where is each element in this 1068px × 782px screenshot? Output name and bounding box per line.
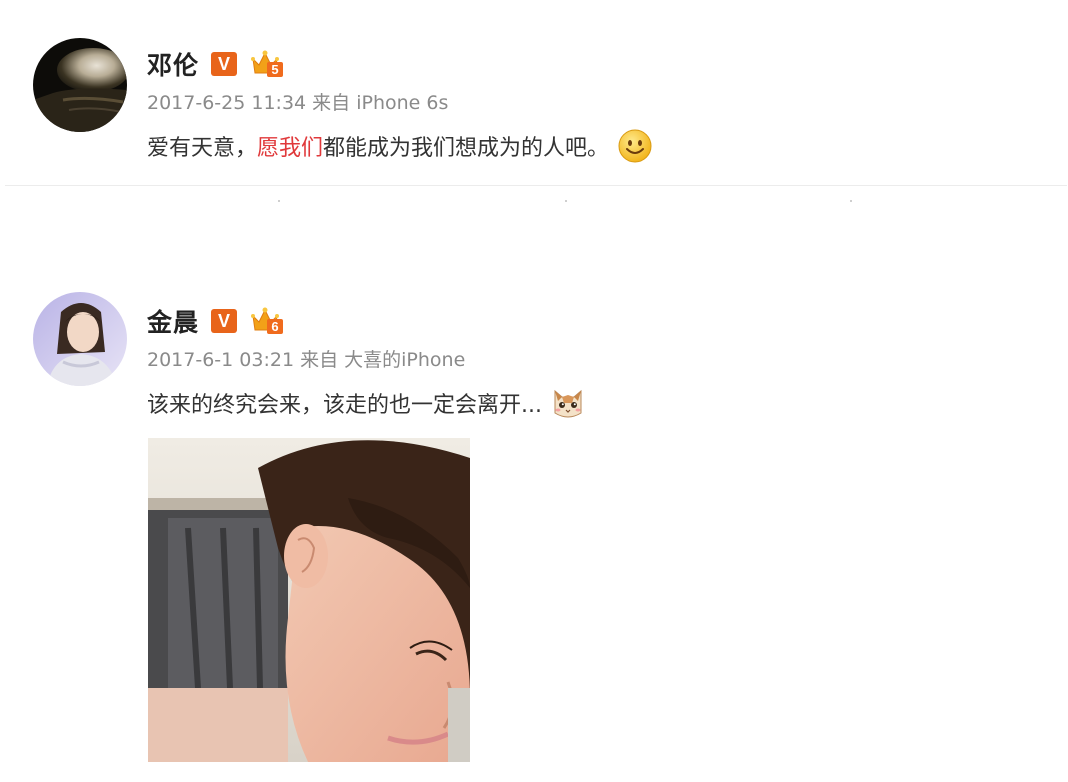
avatar[interactable] bbox=[33, 38, 127, 132]
post-meta: 邓伦 V 5 2017-6-25 11:34 来自 iPhone 6s 爱有天意… bbox=[147, 44, 653, 164]
svg-text:6: 6 bbox=[271, 319, 278, 334]
verified-icon[interactable]: V bbox=[211, 309, 238, 333]
post-text: 爱有天意， 愿我们 都能成为我们想成为的人吧。 bbox=[147, 128, 653, 164]
username[interactable]: 邓伦 bbox=[147, 46, 199, 82]
post-text-part: 都能成为我们想成为的人吧。 bbox=[323, 136, 610, 161]
post-time[interactable]: 2017-6-1 03:21 bbox=[147, 349, 294, 371]
highlight-text: 愿我们 bbox=[257, 136, 324, 161]
post-source[interactable]: 大喜的iPhone bbox=[344, 349, 465, 371]
source-prefix: 来自 bbox=[300, 349, 339, 371]
weibo-feed: 邓伦 V 5 2017-6-25 11:34 来自 iPhone 6s 爱有天意… bbox=[0, 0, 1068, 782]
dot bbox=[565, 200, 567, 202]
avatar[interactable] bbox=[33, 292, 127, 386]
avatar-image bbox=[33, 38, 127, 132]
svg-text:5: 5 bbox=[271, 62, 278, 77]
post-text-part: 该来的终究会来，该走的也一定会离开... bbox=[147, 393, 542, 418]
dot bbox=[278, 200, 280, 202]
dot bbox=[850, 200, 852, 202]
verified-icon[interactable]: V bbox=[211, 52, 238, 76]
crown-level-icon[interactable]: 5 bbox=[249, 49, 285, 79]
selfie-photo[interactable] bbox=[148, 438, 470, 762]
post-time[interactable]: 2017-6-25 11:34 bbox=[147, 92, 306, 114]
post-text-part: 爱有天意， bbox=[147, 136, 258, 161]
cat-emoji-icon bbox=[550, 385, 586, 421]
weibo-post: 邓伦 V 5 2017-6-25 11:34 来自 iPhone 6s 爱有天意… bbox=[0, 0, 1068, 190]
post-divider bbox=[5, 185, 1067, 186]
username[interactable]: 金晨 bbox=[147, 303, 199, 339]
crown-level-icon[interactable]: 6 bbox=[249, 306, 285, 336]
avatar-image bbox=[33, 292, 127, 386]
weibo-post: 金晨 V 6 2017-6-1 03:21 来自 大喜的iPhone 该来的终究… bbox=[0, 282, 1068, 782]
separator-dots bbox=[0, 200, 1068, 204]
source-prefix: 来自 bbox=[312, 92, 351, 114]
post-text: 该来的终究会来，该走的也一定会离开... bbox=[147, 385, 586, 421]
post-meta: 金晨 V 6 2017-6-1 03:21 来自 大喜的iPhone 该来的终究… bbox=[147, 301, 586, 421]
smile-emoji-icon bbox=[617, 128, 653, 164]
post-source[interactable]: iPhone 6s bbox=[356, 92, 448, 114]
